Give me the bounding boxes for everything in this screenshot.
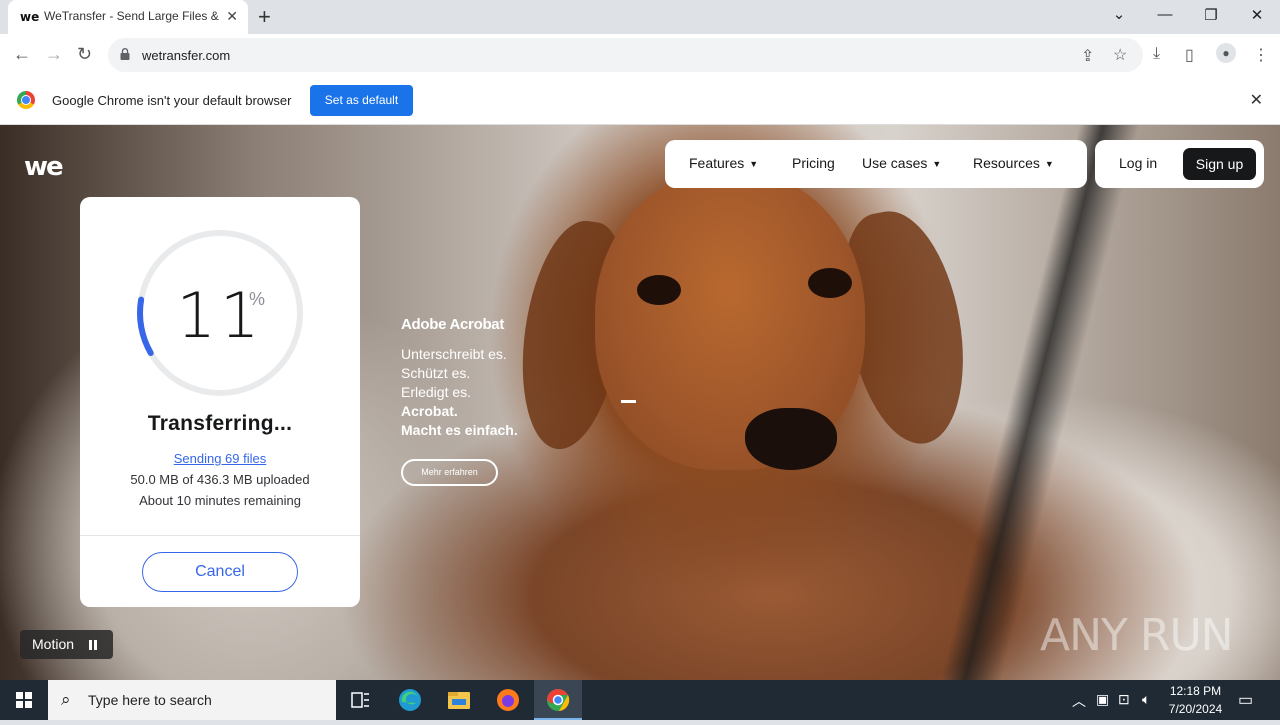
chrome-icon [547,688,570,711]
profile-avatar-icon[interactable]: ● [1216,43,1236,63]
taskbar-chrome[interactable] [534,680,582,720]
ad-learn-more-button[interactable]: Mehr erfahren [401,459,498,486]
window-close-icon[interactable]: ✕ [1237,6,1277,24]
lock-icon [120,48,130,60]
taskbar-search[interactable]: ⌕ Type here to search [48,680,336,720]
edge-icon [399,689,421,711]
browser-toolbar: ← → ↻ wetransfer.com ⇪ ☆ ⤓ ▯ ● ⋮ [0,34,1280,76]
ad-line: Unterschreibt es. [401,346,507,362]
transfer-progress-card: 11 % Transferring... Sending 69 files 50… [80,197,360,607]
ad-line-bold: Acrobat. [401,403,458,419]
nav-pricing[interactable]: Pricing [792,155,835,171]
tray-device-icon[interactable]: ▣ [1096,691,1109,708]
address-bar[interactable]: wetransfer.com ⇪ ☆ [108,38,1143,72]
nav-resources-label: Resources [973,155,1040,171]
side-panel-icon[interactable]: ▯ [1185,45,1194,65]
ad-slide-indicator [621,400,636,403]
wetransfer-favicon-icon: we [20,10,40,24]
browser-tab[interactable]: we WeTransfer - Send Large Files & Share… [8,0,248,34]
menu-kebab-icon[interactable]: ⋮ [1253,45,1269,65]
infobar-message: Google Chrome isn't your default browser [52,93,292,108]
motion-label: Motion [32,636,75,652]
time-remaining: About 10 minutes remaining [139,493,301,508]
search-icon: ⌕ [61,690,71,709]
chevron-down-icon: ▼ [932,159,942,169]
uploaded-amount: 50.0 MB of 436.3 MB uploaded [130,472,310,487]
taskbar-firefox[interactable] [484,680,532,720]
percent-sign: % [249,289,266,309]
nav-resources[interactable]: Resources ▼ [973,155,1054,171]
chevron-down-icon: ▼ [749,159,759,169]
progress-percent: 11 [176,279,264,352]
nav-use-cases[interactable]: Use cases ▼ [862,155,941,171]
background-dog-eye-left [637,275,681,305]
wetransfer-logo[interactable]: we [24,152,64,182]
minimize-icon[interactable]: — [1145,6,1185,23]
task-view-icon [351,692,369,708]
motion-toggle[interactable]: Motion [20,630,113,659]
taskbar-edge[interactable] [386,680,434,720]
page-content: we Features ▼ Pricing Use cases ▼ Resource… [0,125,1280,680]
task-view-button[interactable] [336,680,384,720]
back-arrow-icon[interactable]: ← [13,44,31,65]
taskbar-search-placeholder: Type here to search [88,692,212,708]
anyrun-watermark: ANY RUN [1040,610,1234,661]
background-dog-eye-right [808,268,852,298]
chrome-logo-icon [17,91,35,109]
reload-icon[interactable]: ↻ [77,44,92,65]
windows-logo-icon [16,692,32,708]
notification-icon[interactable]: ▭ [1238,690,1253,710]
windows-taskbar: ⌕ Type here to search ︿ ▣ ⊡ 🔈︎ 12:18 PM … [0,680,1280,720]
signup-button[interactable]: Sign up [1183,148,1256,180]
clock-time[interactable]: 12:18 PM [1163,684,1228,698]
url-text: wetransfer.com [142,48,231,63]
transfer-status: Transferring... [147,412,293,435]
cancel-button[interactable]: Cancel [142,552,298,592]
restore-icon[interactable]: ❐ [1191,6,1231,24]
card-divider [80,535,360,536]
ad-line-bold: Macht es einfach. [401,422,518,438]
network-icon[interactable]: ⊡ [1118,691,1130,708]
infobar-close-icon[interactable]: ✕ [1250,90,1263,110]
download-icon[interactable]: ⤓ [1153,45,1160,63]
background-dog-nose [745,408,837,470]
clock-date[interactable]: 7/20/2024 [1163,702,1228,716]
login-link[interactable]: Log in [1119,155,1157,171]
pause-icon [89,640,97,650]
sending-files-link[interactable]: Sending 69 files [80,451,360,466]
background-laptop-edge [940,125,1140,680]
new-tab-button[interactable]: + [258,4,271,30]
set-as-default-button[interactable]: Set as default [310,85,413,116]
volume-icon[interactable]: 🔈︎ [1142,691,1150,708]
share-icon[interactable]: ⇪ [1081,46,1094,66]
folder-icon [448,692,470,709]
chevron-down-icon: ▼ [1044,159,1054,169]
main-nav: Features ▼ Pricing Use cases ▼ Resources ▼ [665,140,1087,188]
ad-brand: Adobe Acrobat [401,316,505,333]
taskbar-file-explorer[interactable] [435,680,483,720]
nav-features-label: Features [689,155,745,171]
start-button[interactable] [0,680,48,720]
tab-title: WeTransfer - Send Large Files & Share Ph… [44,9,220,23]
close-tab-icon[interactable]: ✕ [226,8,238,25]
default-browser-infobar: Google Chrome isn't your default browser… [0,76,1280,125]
ad-line: Schützt es. [401,365,471,381]
bookmark-star-icon[interactable]: ☆ [1113,45,1127,65]
nav-use-cases-label: Use cases [862,155,928,171]
auth-nav: Log in Sign up [1095,140,1264,188]
ad-line: Erledigt es. [401,384,472,400]
firefox-icon [497,689,519,711]
nav-features[interactable]: Features ▼ [689,155,758,171]
tray-chevron-up-icon[interactable]: ︿ [1072,691,1086,711]
tab-strip: we WeTransfer - Send Large Files & Share… [0,0,1280,34]
tab-search-chevron-icon[interactable]: ⌄ [1099,5,1139,23]
forward-arrow-icon[interactable]: → [45,44,63,65]
